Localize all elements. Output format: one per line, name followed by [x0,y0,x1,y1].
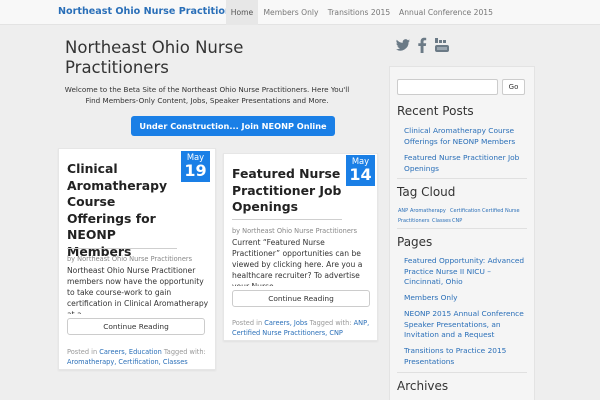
continue-reading-button[interactable]: Continue Reading [232,290,370,307]
sidebar-divider [397,178,527,179]
sidebar-divider [397,372,527,373]
nav-home[interactable]: Home [226,0,258,25]
post-separator [67,248,177,249]
post-excerpt: Current “Featured Nurse Practitioner” op… [232,238,363,286]
posted-in-label: Posted in [232,319,263,327]
archives-heading: Archives [397,379,449,393]
post-meta: Posted in Careers, Education Tagged with… [67,347,212,367]
post-meta: Posted in Careers, Jobs Tagged with: ANP… [232,318,372,338]
post-categories[interactable]: Careers, Education [99,348,162,356]
continue-reading-button[interactable]: Continue Reading [67,318,205,335]
search-input[interactable] [397,79,498,95]
post-date-day: 19 [184,161,207,180]
post-date-badge: May 14 [346,155,375,186]
recent-post-link[interactable]: Clinical Aromatherapy Course Offerings f… [404,126,526,147]
post-date-badge: May 19 [181,151,210,182]
post-date-day: 14 [349,165,372,184]
tag-link-certification[interactable]: Certification [450,208,481,214]
welcome-text: Welcome to the Beta Site of the Northeas… [64,85,350,105]
nav-members-only[interactable]: Members Only [258,0,324,25]
site-title: Northeast Ohio Nurse Practitioners [65,38,244,77]
post-title[interactable]: Clinical Aromatherapy Course Offerings f… [67,161,179,260]
post-byline: by Northeast Ohio Nurse Practitioners [232,227,358,235]
tag-link-anp[interactable]: ANP [398,208,408,214]
post-title[interactable]: Featured Nurse Practitioner Job Openings [232,166,347,216]
sidebar-divider [397,228,527,229]
tagged-with-label: Tagged with: [309,319,352,327]
page-link[interactable]: Members Only [404,293,528,304]
search-go-button[interactable]: Go [502,79,525,95]
recent-posts-heading: Recent Posts [397,104,474,118]
post-excerpt: Northeast Ohio Nurse Practitioner member… [67,266,209,314]
tag-link-classes[interactable]: Classes [432,218,451,224]
tag-link-cnp[interactable]: CNP [452,218,462,224]
facebook-icon[interactable] [417,37,427,53]
page-link[interactable]: Transitions to Practice 2015 Presentatio… [404,346,528,367]
youtube-icon[interactable] [434,37,450,53]
post-categories[interactable]: Careers, Jobs [264,319,307,327]
top-navbar: Northeast Ohio Nurse Practitioners Home … [0,0,600,25]
recent-post-link[interactable]: Featured Nurse Practitioner Job Openings [404,153,526,174]
post-byline: by Northeast Ohio Nurse Practitioners [67,255,193,263]
posted-in-label: Posted in [67,348,98,356]
page-link[interactable]: NEONP 2015 Annual Conference Speaker Pre… [404,309,528,341]
post-tags[interactable]: Aromatherapy, Certification, Classes [67,358,188,366]
tag-link-practitioners[interactable]: Practitioners [398,218,429,224]
tag-link-aromatherapy[interactable]: Aromatherapy [410,208,446,214]
twitter-icon[interactable] [395,37,411,53]
page-link[interactable]: Featured Opportunity: Advanced Practice … [404,256,528,288]
pages-heading: Pages [397,235,433,249]
tag-link-certified-nurse[interactable]: Certified Nurse [482,208,520,214]
nav-annual-conference-2015[interactable]: Annual Conference 2015 [394,0,498,25]
nav-transitions-2015[interactable]: Transitions 2015 [324,0,394,25]
post-separator [232,219,342,220]
join-online-button[interactable]: Under Construction... Join NEONP Online [131,116,335,136]
brand-link[interactable]: Northeast Ohio Nurse Practitioners [58,6,249,17]
tagged-with-label: Tagged with: [163,348,206,356]
tag-cloud-heading: Tag Cloud [397,185,456,199]
